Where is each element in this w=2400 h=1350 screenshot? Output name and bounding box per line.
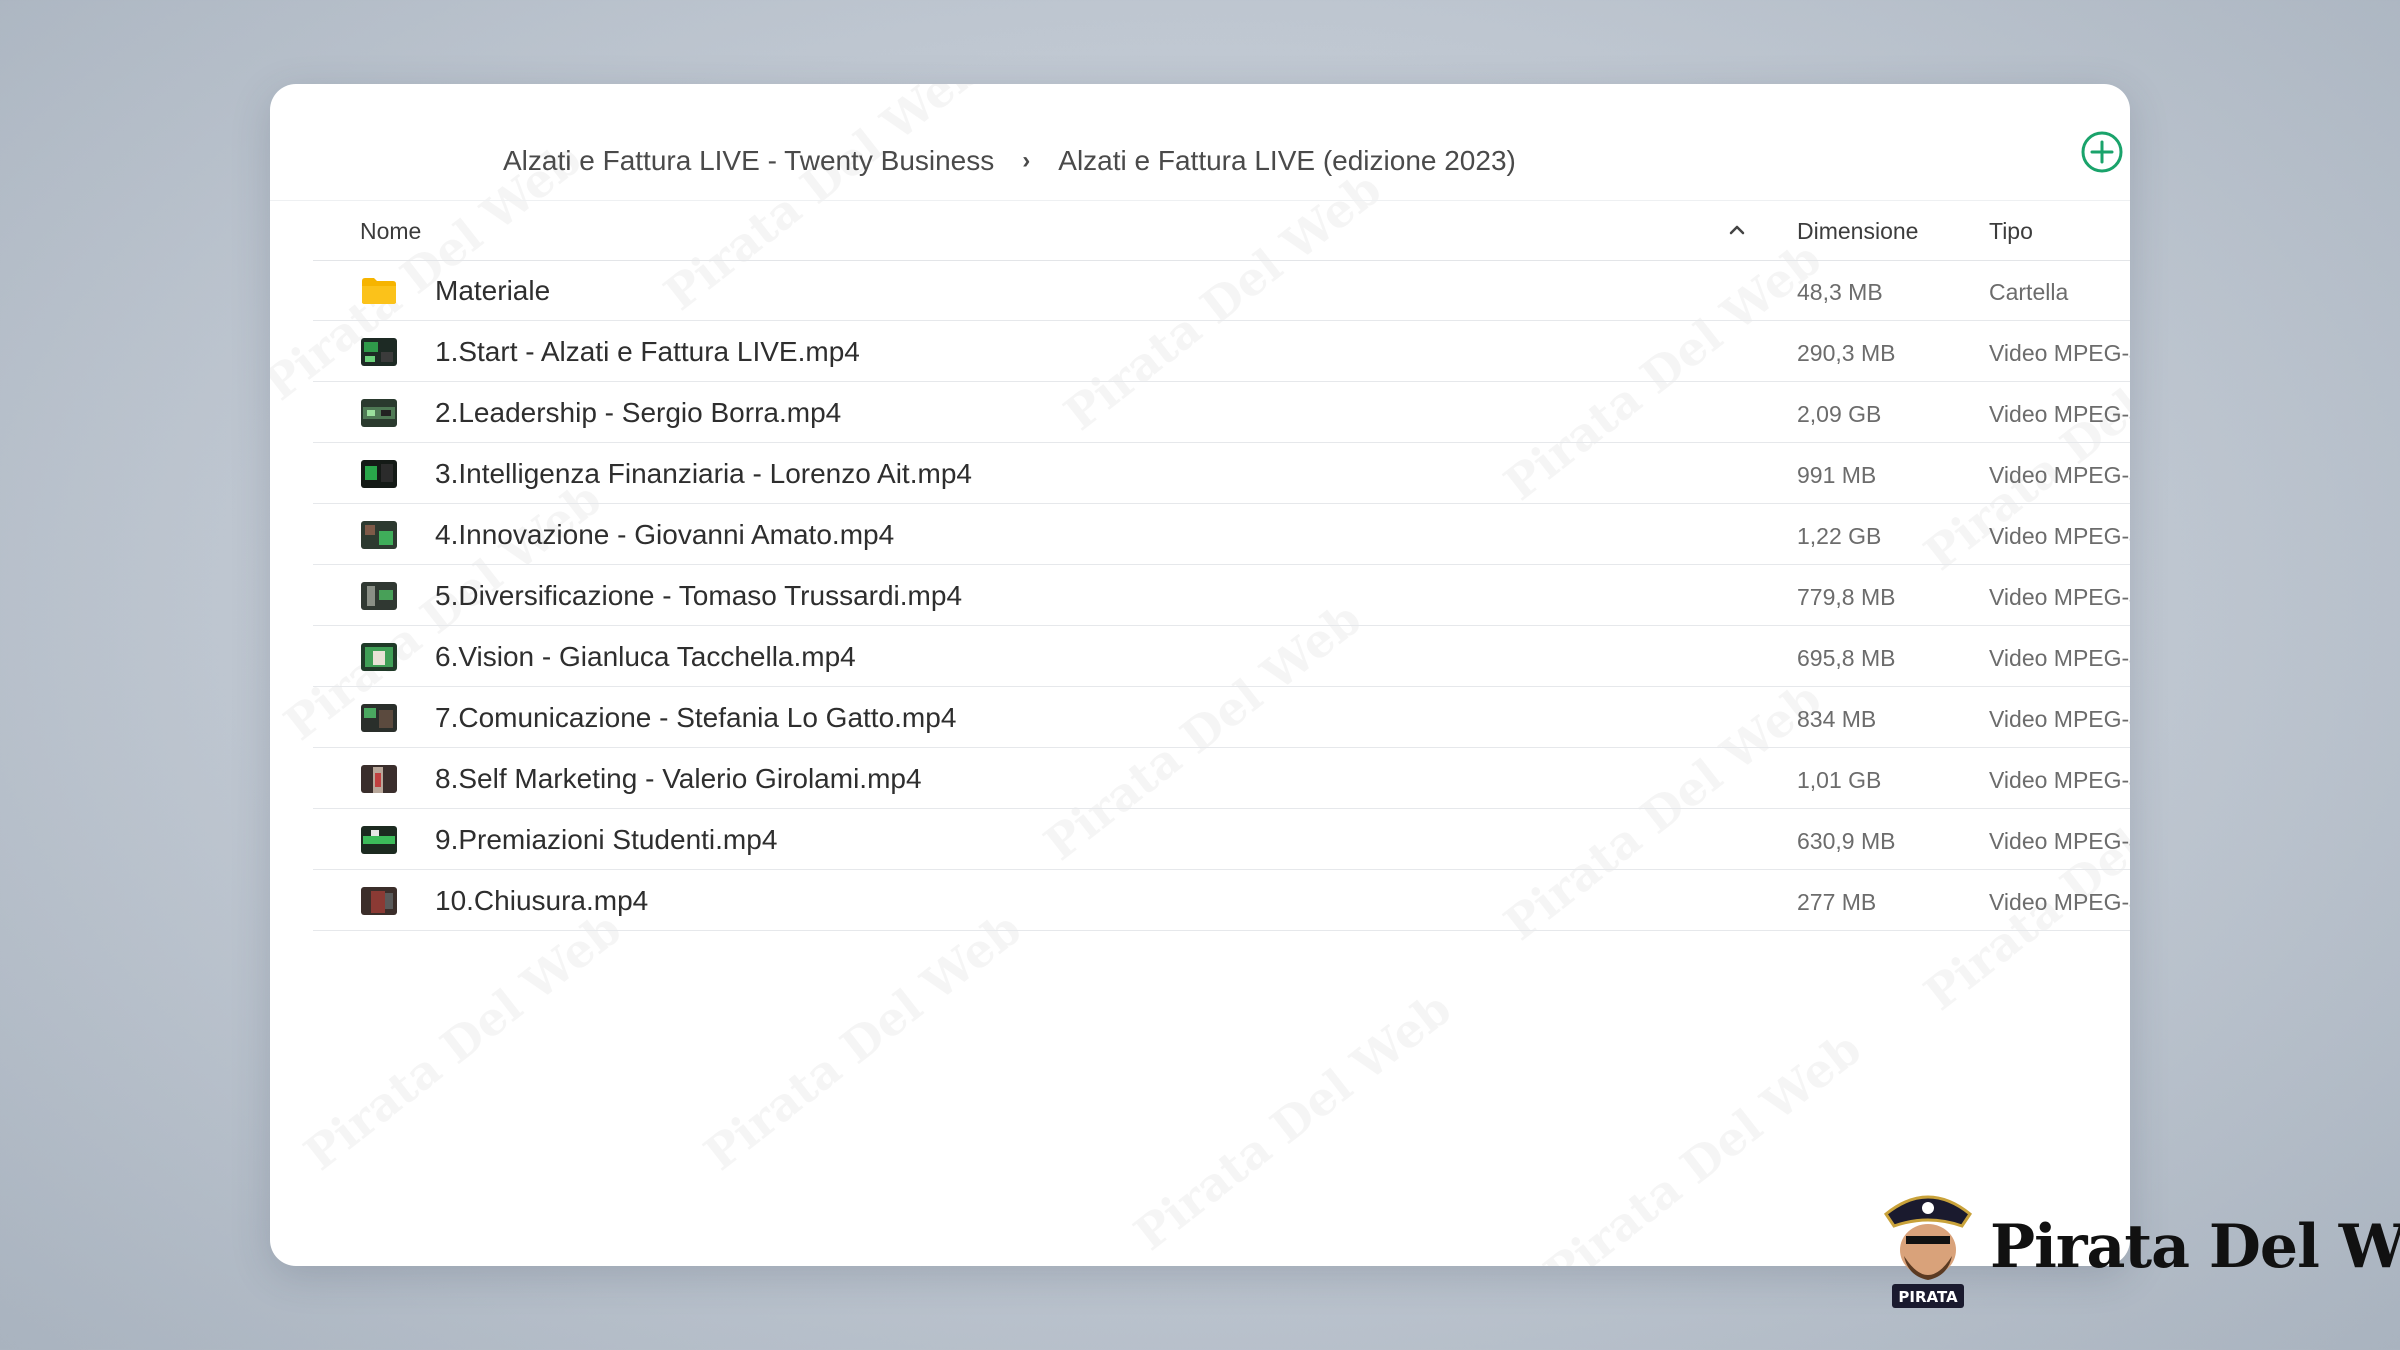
sort-ascending-icon[interactable] bbox=[1725, 218, 1749, 242]
breadcrumb: Alzati e Fattura LIVE - Twenty Business … bbox=[503, 136, 1516, 186]
file-type: Video MPEG-4 bbox=[1989, 889, 2130, 915]
file-name[interactable]: 6.Vision - Gianluca Tacchella.mp4 bbox=[435, 641, 856, 673]
video-thumbnail-icon bbox=[361, 704, 397, 732]
file-size: 991 MB bbox=[1797, 462, 1877, 488]
file-browser-window: Pirata Del Web Pirata Del Web Pirata Del… bbox=[270, 84, 2130, 1266]
pirate-mascot-icon: PIRATA bbox=[1883, 1195, 1973, 1308]
file-type: Video MPEG-4 bbox=[1989, 401, 2130, 427]
file-name[interactable]: 9.Premiazioni Studenti.mp4 bbox=[435, 824, 777, 856]
video-thumbnail-icon bbox=[361, 521, 397, 549]
file-name[interactable]: 7.Comunicazione - Stefania Lo Gatto.mp4 bbox=[435, 702, 956, 734]
file-type: Video MPEG-4 bbox=[1989, 584, 2130, 610]
file-type: Cartella bbox=[1989, 279, 2069, 305]
video-thumbnail-icon bbox=[361, 338, 397, 366]
file-size: 779,8 MB bbox=[1797, 584, 1896, 610]
file-size: 1,22 GB bbox=[1797, 523, 1882, 549]
file-size: 48,3 MB bbox=[1797, 279, 1883, 305]
logo-badge-text: PIRATA bbox=[1898, 1288, 1958, 1306]
divider bbox=[270, 200, 2130, 201]
file-size: 290,3 MB bbox=[1797, 340, 1896, 366]
video-thumbnail-icon bbox=[361, 399, 397, 427]
watermark: Pirata Del Web bbox=[1534, 1021, 1871, 1266]
table-row[interactable]: 7.Comunicazione - Stefania Lo Gatto.mp4 … bbox=[313, 687, 2130, 748]
breadcrumb-current[interactable]: Alzati e Fattura LIVE (edizione 2023) bbox=[1058, 145, 1516, 177]
logo-text: Pirata Del Web bbox=[1990, 1212, 2400, 1282]
brand-logo: PIRATA Pirata Del Web bbox=[1878, 1184, 2400, 1310]
file-type: Video MPEG-4 bbox=[1989, 645, 2130, 671]
file-name[interactable]: 1.Start - Alzati e Fattura LIVE.mp4 bbox=[435, 336, 860, 368]
video-thumbnail-icon bbox=[361, 826, 397, 854]
video-thumbnail-icon bbox=[361, 643, 397, 671]
column-header-size[interactable]: Dimensione bbox=[1797, 218, 1918, 245]
file-size: 1,01 GB bbox=[1797, 767, 1882, 793]
table-row[interactable]: 9.Premiazioni Studenti.mp4 630,9 MB Vide… bbox=[313, 809, 2130, 870]
table-row[interactable]: 8.Self Marketing - Valerio Girolami.mp4 … bbox=[313, 748, 2130, 809]
table-row-folder[interactable]: Materiale 48,3 MB Cartella bbox=[313, 260, 2130, 321]
column-header-type[interactable]: Tipo bbox=[1989, 218, 2033, 245]
video-thumbnail-icon bbox=[361, 887, 397, 915]
table-row[interactable]: 4.Innovazione - Giovanni Amato.mp4 1,22 … bbox=[313, 504, 2130, 565]
file-name[interactable]: Materiale bbox=[435, 275, 550, 307]
plus-circle-icon bbox=[2081, 131, 2123, 173]
add-button[interactable] bbox=[2080, 130, 2124, 174]
table-row[interactable]: 6.Vision - Gianluca Tacchella.mp4 695,8 … bbox=[313, 626, 2130, 687]
chevron-right-icon: › bbox=[1022, 147, 1031, 174]
table-row[interactable]: 10.Chiusura.mp4 277 MB Video MPEG-4 bbox=[313, 870, 2130, 931]
file-type: Video MPEG-4 bbox=[1989, 340, 2130, 366]
file-list: Materiale 48,3 MB Cartella 1.Start - Alz… bbox=[313, 260, 2130, 931]
breadcrumb-parent[interactable]: Alzati e Fattura LIVE - Twenty Business bbox=[503, 145, 994, 177]
table-row[interactable]: 3.Intelligenza Finanziaria - Lorenzo Ait… bbox=[313, 443, 2130, 504]
file-type: Video MPEG-4 bbox=[1989, 462, 2130, 488]
table-row[interactable]: 2.Leadership - Sergio Borra.mp4 2,09 GB … bbox=[313, 382, 2130, 443]
file-type: Video MPEG-4 bbox=[1989, 767, 2130, 793]
file-size: 277 MB bbox=[1797, 889, 1877, 915]
folder-icon bbox=[361, 277, 397, 305]
file-size: 834 MB bbox=[1797, 706, 1877, 732]
column-header-name[interactable]: Nome bbox=[360, 218, 421, 245]
table-row[interactable]: 1.Start - Alzati e Fattura LIVE.mp4 290,… bbox=[313, 321, 2130, 382]
table-row[interactable]: 5.Diversificazione - Tomaso Trussardi.mp… bbox=[313, 565, 2130, 626]
file-type: Video MPEG-4 bbox=[1989, 523, 2130, 549]
file-name[interactable]: 3.Intelligenza Finanziaria - Lorenzo Ait… bbox=[435, 458, 972, 490]
video-thumbnail-icon bbox=[361, 765, 397, 793]
video-thumbnail-icon bbox=[361, 460, 397, 488]
video-thumbnail-icon bbox=[361, 582, 397, 610]
file-name[interactable]: 2.Leadership - Sergio Borra.mp4 bbox=[435, 397, 841, 429]
file-name[interactable]: 5.Diversificazione - Tomaso Trussardi.mp… bbox=[435, 580, 962, 612]
watermark: Pirata Del Web bbox=[694, 901, 1031, 1181]
file-size: 695,8 MB bbox=[1797, 645, 1896, 671]
watermark: Pirata Del Web bbox=[1124, 981, 1461, 1261]
table-header: Nome Dimensione Tipo bbox=[313, 204, 2130, 261]
file-size: 2,09 GB bbox=[1797, 401, 1882, 427]
file-type: Video MPEG-4 bbox=[1989, 706, 2130, 732]
file-name[interactable]: 4.Innovazione - Giovanni Amato.mp4 bbox=[435, 519, 894, 551]
file-type: Video MPEG-4 bbox=[1989, 828, 2130, 854]
file-size: 630,9 MB bbox=[1797, 828, 1896, 854]
file-name[interactable]: 8.Self Marketing - Valerio Girolami.mp4 bbox=[435, 763, 922, 795]
watermark: Pirata Del Web bbox=[294, 901, 631, 1181]
file-name[interactable]: 10.Chiusura.mp4 bbox=[435, 885, 648, 917]
